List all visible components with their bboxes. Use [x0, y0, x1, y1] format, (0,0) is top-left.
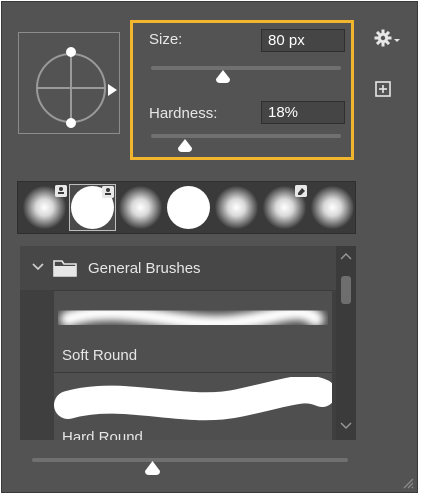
- brush-preset-list: General Brushes Soft Round Hard Round: [20, 246, 356, 440]
- preview-size-slider-thumb[interactable]: [144, 461, 161, 476]
- brush-preset-panel: Size: 80 px Hardness: 18% General Brushe…: [1, 1, 418, 493]
- brush-group-general[interactable]: General Brushes: [20, 246, 336, 290]
- hardness-slider-thumb[interactable]: [177, 139, 193, 153]
- brush-tip-soft[interactable]: [213, 184, 260, 231]
- brush-tip-strip: [17, 181, 356, 234]
- scrollbar-thumb[interactable]: [341, 276, 351, 304]
- gear-icon[interactable]: [374, 28, 402, 48]
- size-input[interactable]: 80 px: [261, 29, 345, 52]
- size-slider-thumb[interactable]: [215, 70, 231, 84]
- size-slider-track[interactable]: [151, 66, 341, 70]
- roundness-handle-top: [66, 47, 76, 57]
- preview-size-slider-track[interactable]: [32, 458, 348, 462]
- hardness-input[interactable]: 18%: [261, 101, 345, 124]
- brush-tip-soft[interactable]: [309, 184, 356, 231]
- brush-preset-name: Hard Round: [62, 429, 143, 440]
- stamp-icon: [102, 186, 114, 198]
- new-preset-icon[interactable]: [375, 81, 391, 97]
- brush-tip-soft[interactable]: [261, 184, 308, 231]
- group-label: General Brushes: [88, 260, 201, 277]
- eraser-icon: [295, 185, 307, 197]
- size-hardness-highlight: Size: 80 px Hardness: 18%: [130, 20, 354, 160]
- resize-grip-icon[interactable]: [400, 475, 414, 489]
- scroll-up-icon[interactable]: [340, 252, 352, 260]
- size-label: Size:: [149, 31, 183, 48]
- brush-stroke-preview: [60, 304, 324, 332]
- hardness-label: Hardness:: [149, 105, 218, 122]
- hardness-slider-track[interactable]: [151, 134, 341, 138]
- brush-tip-soft[interactable]: [21, 184, 68, 231]
- brush-preset-hard-round[interactable]: Hard Round: [54, 372, 332, 440]
- brush-stroke-preview: [54, 377, 332, 421]
- folder-icon: [53, 260, 77, 277]
- brush-preset-soft-round[interactable]: Soft Round: [54, 290, 332, 373]
- stamp-icon: [55, 185, 67, 197]
- brush-tip-soft[interactable]: [117, 184, 164, 231]
- scroll-down-icon[interactable]: [340, 422, 352, 430]
- brush-tip-hard[interactable]: [165, 184, 212, 231]
- roundness-handle-bottom: [66, 118, 76, 128]
- brush-preset-name: Soft Round: [62, 347, 138, 364]
- brush-tip-hard[interactable]: [69, 184, 116, 231]
- angle-arrow-icon: [108, 84, 117, 96]
- chevron-down-icon[interactable]: [32, 262, 44, 272]
- brush-angle-roundness-preview[interactable]: [18, 32, 120, 134]
- presets-scrollbar[interactable]: [336, 246, 356, 440]
